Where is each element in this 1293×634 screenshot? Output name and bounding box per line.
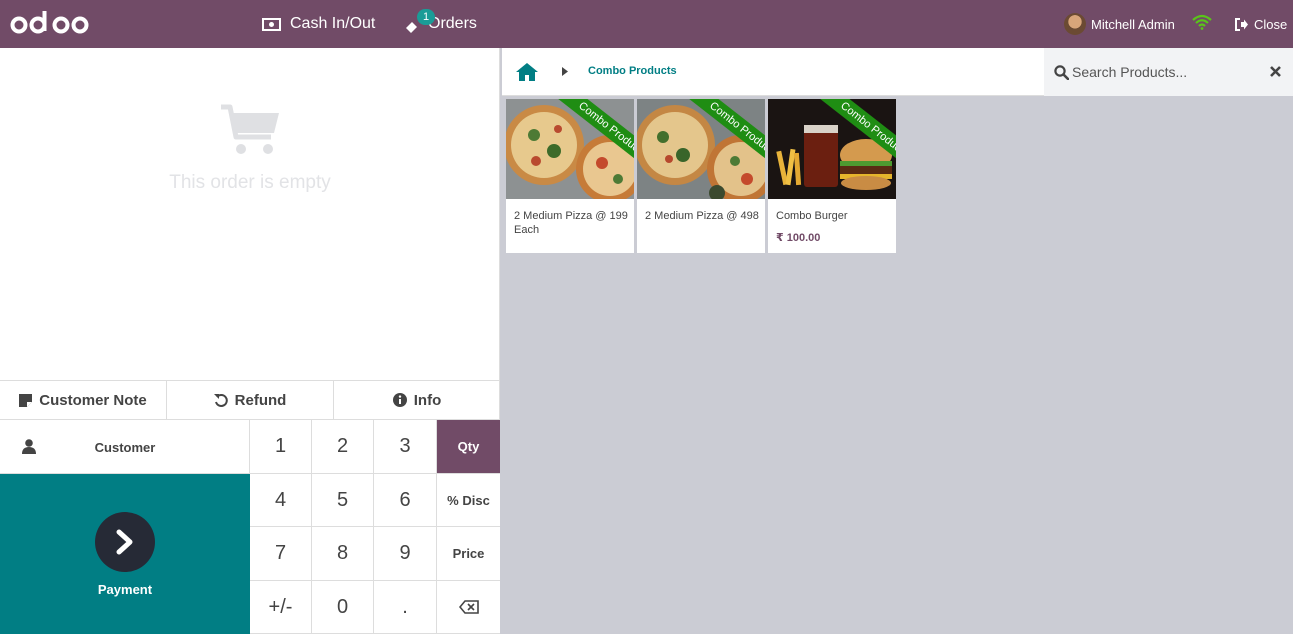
close-label: Close: [1254, 16, 1288, 32]
product-price: ₹ 100.00: [776, 232, 821, 244]
caret-right-icon: [562, 67, 568, 76]
numpad-key-2[interactable]: 2: [312, 420, 374, 474]
odoo-logo: [10, 11, 89, 34]
customer-note-button[interactable]: Customer Note: [0, 381, 167, 419]
customer-label: Customer: [94, 440, 156, 455]
product-name: 2 Medium Pizza @ 498: [645, 210, 759, 222]
discount-mode-button[interactable]: % Disc: [437, 474, 500, 527]
search-input[interactable]: [1072, 62, 1262, 82]
home-icon[interactable]: [515, 62, 539, 82]
numpad-key-6[interactable]: 6: [374, 474, 437, 527]
product-name: 2 Medium Pizza @ 199 Each: [514, 210, 628, 236]
avatar: [1064, 13, 1086, 35]
product-card[interactable]: Combo Product 2 Medium Pizza @ 199 Each: [506, 99, 634, 253]
payment-label: Payment: [97, 582, 153, 597]
orders-count-badge: 1: [417, 9, 435, 25]
product-card[interactable]: Combo Product 2 Medium Pizza @ 498: [637, 99, 765, 253]
ticket-icon: [406, 22, 417, 33]
orders-button[interactable]: 1 Orders: [405, 0, 477, 48]
pizza-image: Combo Product: [637, 99, 765, 199]
note-icon: [19, 393, 33, 407]
user-menu[interactable]: Mitchell Admin: [1064, 0, 1175, 48]
close-button[interactable]: Close: [1234, 0, 1287, 48]
numpad-key-decimal[interactable]: .: [374, 581, 437, 634]
empty-order-text: This order is empty: [169, 172, 331, 193]
pizza-image: Combo Product: [506, 99, 634, 199]
burger-image: Combo Product: [768, 99, 896, 199]
info-label: Info: [413, 391, 442, 409]
qty-mode-button[interactable]: Qty: [437, 420, 500, 474]
backspace-icon: [458, 600, 479, 614]
info-icon: [392, 393, 407, 407]
cash-in-out-button[interactable]: Cash In/Out: [262, 0, 375, 48]
chevron-right-icon: [95, 512, 155, 572]
product-card[interactable]: Combo Product Combo Burger ₹ 100.00: [768, 99, 896, 253]
money-icon: [262, 17, 281, 31]
refund-button[interactable]: Refund: [167, 381, 334, 419]
breadcrumb-combo-products[interactable]: Combo Products: [588, 65, 677, 77]
empty-order: This order is empty: [0, 103, 500, 194]
product-grid: Combo Product 2 Medium Pizza @ 199 Each …: [506, 99, 896, 253]
cash-in-out-label: Cash In/Out: [290, 15, 376, 32]
backspace-button[interactable]: [437, 581, 500, 634]
order-panel: This order is empty Customer Note Refund…: [0, 48, 500, 634]
shopping-cart-icon: [221, 104, 279, 154]
price-mode-button[interactable]: Price: [437, 527, 500, 581]
numpad: 1 2 3 Qty 4 5 6 % Disc 7 8 9 Price +/- 0…: [250, 420, 500, 634]
user-name: Mitchell Admin: [1091, 16, 1175, 32]
numpad-key-5[interactable]: 5: [312, 474, 374, 527]
numpad-key-plus-minus[interactable]: +/-: [250, 581, 312, 634]
numpad-key-7[interactable]: 7: [250, 527, 312, 581]
payment-button[interactable]: Payment: [0, 474, 250, 634]
numpad-key-1[interactable]: 1: [250, 420, 312, 474]
order-actions: Customer Note Refund Info: [0, 380, 500, 420]
search-icon: [1054, 65, 1069, 80]
undo-icon: [213, 394, 228, 407]
numpad-key-8[interactable]: 8: [312, 527, 374, 581]
customer-note-label: Customer Note: [39, 391, 147, 409]
search-bar: [1044, 48, 1293, 96]
orders-label: Orders: [428, 15, 477, 32]
customer-button[interactable]: Customer: [0, 420, 250, 474]
top-navbar: Cash In/Out 1 Orders Mitchell Admin Clos…: [0, 0, 1293, 48]
info-button[interactable]: Info: [334, 381, 500, 419]
numpad-key-0[interactable]: 0: [312, 581, 374, 634]
numpad-key-9[interactable]: 9: [374, 527, 437, 581]
numpad-key-4[interactable]: 4: [250, 474, 312, 527]
numpad-key-3[interactable]: 3: [374, 420, 437, 474]
product-name: Combo Burger: [776, 210, 848, 222]
close-icon[interactable]: [1270, 66, 1281, 77]
wifi-icon: [1192, 14, 1212, 30]
sign-out-icon: [1235, 17, 1248, 31]
products-header: Combo Products: [502, 48, 1293, 96]
refund-label: Refund: [234, 391, 287, 409]
